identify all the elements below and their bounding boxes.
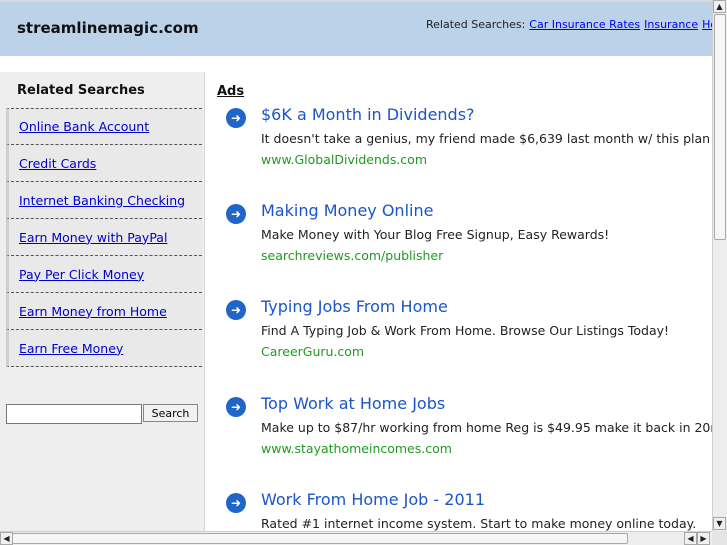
search-button[interactable]: Search: [143, 404, 198, 422]
scrollbar-corner: [712, 531, 727, 545]
header-related-searches: Related Searches: Car Insurance Rates Insu…: [426, 18, 712, 31]
ads-label: Ads: [217, 84, 245, 99]
ad-title-link[interactable]: Top Work at Home Jobs: [261, 394, 445, 413]
ad-description: Make Money with Your Blog Free Signup, E…: [261, 227, 610, 242]
sidebar-link-earn-money-with-paypal[interactable]: Earn Money with PayPal: [19, 230, 167, 245]
ad-url-link[interactable]: CareerGuru.com: [261, 344, 364, 359]
scroll-left-arrow-icon[interactable]: ◀: [684, 532, 697, 545]
ad-title-link[interactable]: Work From Home Job - 2011: [261, 490, 485, 509]
sidebar-item: Credit Cards: [6, 145, 202, 182]
scroll-right-arrow-icon[interactable]: ▶: [697, 532, 710, 545]
sidebar-link-credit-cards[interactable]: Credit Cards: [19, 156, 96, 171]
arrow-right-circle-icon[interactable]: ➜: [226, 108, 246, 128]
ad-title-link[interactable]: Typing Jobs From Home: [261, 297, 448, 316]
site-name: streamlinemagic.com: [17, 19, 199, 37]
horizontal-scroll-thumb[interactable]: [12, 533, 628, 544]
page-header: streamlinemagic.com Related Searches: Car…: [0, 0, 712, 56]
sidebar-link-online-bank-account[interactable]: Online Bank Account: [19, 119, 149, 134]
ad-title-link[interactable]: $6K a Month in Dividends?: [261, 105, 475, 124]
ad-url-link[interactable]: searchreviews.com/publisher: [261, 248, 443, 263]
scroll-up-arrow-icon[interactable]: ▲: [713, 0, 726, 13]
sidebar-item: Earn Free Money: [6, 330, 202, 367]
ad-description: Find A Typing Job & Work From Home. Brow…: [261, 323, 670, 338]
related-label: Related Searches:: [426, 18, 526, 31]
sidebar-item: Online Bank Account: [6, 108, 202, 145]
sidebar-item: Earn Money from Home: [6, 293, 202, 330]
sidebar: Related Searches Online Bank Account Cre…: [0, 72, 205, 531]
ad-description: Rated #1 internet income system. Start t…: [261, 516, 697, 531]
sidebar-link-earn-free-money[interactable]: Earn Free Money: [19, 341, 123, 356]
header-link-insurance[interactable]: Insurance: [644, 18, 698, 31]
ad-title-link[interactable]: Making Money Online: [261, 201, 433, 220]
ad-url-link[interactable]: www.stayathomeincomes.com: [261, 441, 452, 456]
vertical-scroll-thumb[interactable]: [714, 14, 726, 240]
ad-url-link[interactable]: www.GlobalDividends.com: [261, 152, 427, 167]
sidebar-link-internet-banking-checking[interactable]: Internet Banking Checking: [19, 193, 185, 208]
sidebar-list: Online Bank Account Credit Cards Interne…: [6, 108, 202, 367]
horizontal-scrollbar[interactable]: ◀ ◀ ▶: [0, 531, 712, 545]
arrow-right-circle-icon[interactable]: ➜: [226, 493, 246, 513]
header-link-car-insurance-rates[interactable]: Car Insurance Rates: [529, 18, 640, 31]
arrow-right-circle-icon[interactable]: ➜: [226, 204, 246, 224]
header-link-home[interactable]: Home: [702, 18, 712, 31]
ad-description: Make up to $87/hr working from home Reg …: [261, 420, 727, 435]
sidebar-link-pay-per-click-money[interactable]: Pay Per Click Money: [19, 267, 144, 282]
sidebar-title: Related Searches: [17, 83, 145, 98]
sidebar-item: Pay Per Click Money: [6, 256, 202, 293]
arrow-right-circle-icon[interactable]: ➜: [226, 300, 246, 320]
search-input[interactable]: [6, 404, 142, 424]
ad-description: It doesn't take a genius, my friend made…: [261, 131, 711, 146]
sidebar-link-earn-money-from-home[interactable]: Earn Money from Home: [19, 304, 167, 319]
sidebar-item: Earn Money with PayPal: [6, 219, 202, 256]
vertical-scrollbar[interactable]: ▲ ▼: [712, 0, 727, 531]
sidebar-item: Internet Banking Checking: [6, 182, 202, 219]
scroll-down-arrow-icon[interactable]: ▼: [713, 517, 726, 530]
arrow-right-circle-icon[interactable]: ➜: [226, 397, 246, 417]
